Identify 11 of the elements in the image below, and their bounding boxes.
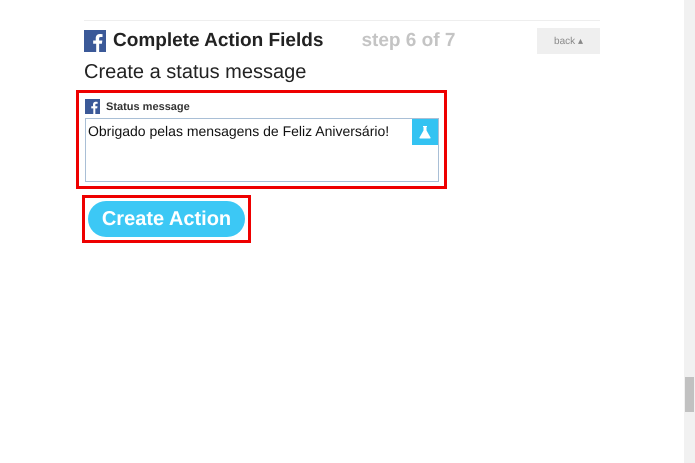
step-indicator: step 6 of 7 bbox=[361, 30, 456, 52]
subtitle: Create a status message bbox=[84, 61, 308, 84]
scrollbar[interactable] bbox=[684, 0, 695, 463]
field-label: Status message bbox=[106, 100, 190, 112]
logo-icon bbox=[84, 30, 106, 52]
status-message-field[interactable]: Obrigado pelas mensagens de Feliz Aniversário! bbox=[85, 118, 439, 182]
flask-icon[interactable] bbox=[412, 119, 438, 145]
logo-icon bbox=[85, 99, 100, 114]
create-action-button[interactable]: Create Action bbox=[88, 201, 245, 237]
section-title: Complete Action Fields bbox=[113, 30, 324, 52]
back-button[interactable]: back ▴ bbox=[537, 28, 600, 54]
